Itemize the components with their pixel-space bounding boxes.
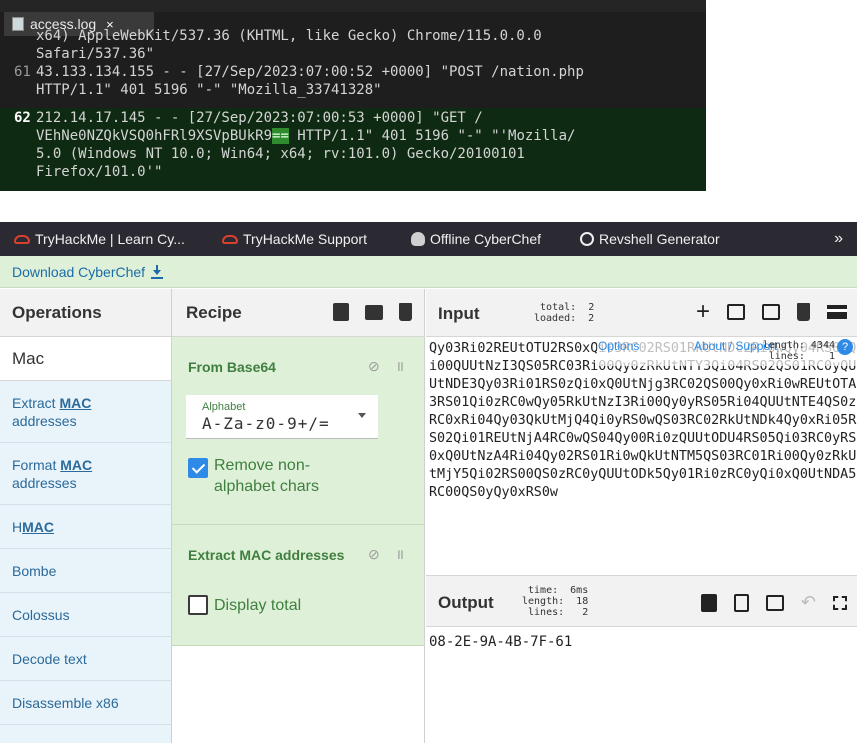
operation-item[interactable]: Decode text [0, 637, 171, 681]
output-text[interactable]: 08-2E-9A-4B-7F-61 [429, 634, 572, 650]
download-banner: Download CyberChef [0, 256, 857, 288]
download-icon[interactable] [151, 264, 164, 279]
options-link[interactable]: Options [598, 339, 639, 353]
code-line: VEhNe0NZQkVSQ0hFRl9XSVpBUkR9== HTTP/1.1"… [36, 128, 576, 144]
editor-tab-bar [0, 0, 706, 12]
save-icon[interactable] [700, 593, 717, 612]
checkbox-checked[interactable] [188, 458, 208, 478]
add-tab-icon[interactable]: + [696, 300, 710, 324]
operations-title: Operations [0, 289, 171, 337]
download-cyberchef-link[interactable]: Download CyberChef [12, 264, 145, 280]
info-icon[interactable]: ? [837, 339, 853, 355]
disable-pause-icons[interactable]: ⊘ ॥ [368, 545, 410, 564]
operation-item[interactable]: HMAC [0, 505, 171, 549]
recipe-op-name: From Base64 [188, 359, 276, 375]
selection-highlight: == [272, 128, 289, 144]
code-line: 5.0 (Windows NT 10.0; Win64; x64; rv:101… [36, 146, 525, 162]
bookmarks-bar: TryHackMe | Learn Cy... TryHackMe Suppor… [0, 222, 857, 256]
remove-non-alphabet-checkbox[interactable]: Remove non-alphabet chars [188, 455, 338, 497]
bookmark-tryhackme-support[interactable]: TryHackMe Support [222, 222, 367, 256]
bookmark-revshell-generator[interactable]: Revshell Generator [580, 222, 720, 256]
open-file-icon[interactable] [762, 304, 780, 320]
replace-input-icon[interactable] [765, 594, 784, 611]
code-line: 61 43.133.134.155 - - [27/Sep/2023:07:00:… [14, 64, 584, 80]
trash-icon[interactable] [399, 303, 412, 321]
input-title: Input [438, 304, 480, 323]
code-line: Firefox/101.0'" [36, 164, 163, 180]
operation-item[interactable]: Colossus [0, 593, 171, 637]
code-area[interactable]: x64) AppleWebKit/537.36 (KHTML, like Gec… [0, 28, 706, 191]
copy-icon[interactable] [733, 593, 749, 612]
recipe-op-extract-mac[interactable]: Extract MAC addresses ⊘ ॥ Display total [172, 525, 424, 646]
input-header: Input total: 2 loaded: 2 + [426, 289, 857, 337]
output-header: Output time: 6ms length: 18 lines: 2 ↶ [426, 575, 857, 627]
input-textarea[interactable]: Qy03Ri02REUtOTU2RS0xQi03RC02RS01RkUtNDc2… [426, 338, 857, 574]
maximize-icon[interactable] [833, 595, 847, 610]
code-line: x64) AppleWebKit/537.36 (KHTML, like Gec… [36, 28, 542, 44]
log-editor-pane: access.log × x64) AppleWebKit/537.36 (KH… [0, 0, 706, 191]
recipe-header: Recipe [172, 289, 424, 337]
output-title: Output [438, 593, 494, 612]
io-panel: Input total: 2 loaded: 2 + Qy03Ri02REUtO… [426, 289, 857, 743]
tryhackme-icon [14, 234, 30, 244]
operation-item[interactable]: Format MAC addresses [0, 443, 171, 505]
open-folder-icon[interactable] [727, 304, 745, 320]
output-stats: time: 6ms length: 18 lines: 2 [522, 585, 589, 618]
folder-icon[interactable] [365, 305, 383, 320]
checkbox-unchecked[interactable] [188, 595, 208, 615]
bookmark-offline-cyberchef[interactable]: Offline CyberChef [411, 222, 541, 256]
operations-panel: Operations Mac Extract MAC addresses Form… [0, 289, 172, 743]
globe-icon [580, 232, 594, 246]
line-number: 61 [14, 64, 31, 80]
undo-icon[interactable]: ↶ [801, 592, 816, 613]
save-icon[interactable] [333, 303, 349, 321]
trash-icon[interactable] [797, 303, 810, 321]
alphabet-select[interactable]: Alphabet A-Za-z0-9+/= [186, 395, 378, 439]
input-length-stats: length: 4344 lines: 1 [762, 340, 835, 362]
input-stats: total: 2 loaded: 2 [534, 302, 595, 324]
layout-icon[interactable] [827, 305, 847, 319]
display-total-checkbox[interactable]: Display total [188, 595, 301, 616]
operations-search-input[interactable]: Mac [0, 337, 171, 381]
code-line: HTTP/1.1" 401 5196 "-" "Mozilla_33741328… [36, 82, 382, 98]
code-line: Safari/537.36" [36, 46, 155, 62]
code-line: 62 212.14.17.145 - - [27/Sep/2023:07:00:5… [14, 110, 483, 126]
cyberchef-icon [411, 232, 425, 246]
recipe-title: Recipe [186, 302, 242, 322]
line-number: 62 [14, 110, 31, 126]
more-bookmarks-chevron-icon[interactable]: » [834, 230, 843, 248]
recipe-op-from-base64[interactable]: From Base64 ⊘ ॥ Alphabet A-Za-z0-9+/= Re… [172, 337, 424, 525]
operation-item[interactable]: Disassemble x86 [0, 681, 171, 725]
recipe-panel: Recipe From Base64 ⊘ ॥ Alphabet A-Za-z0-… [172, 289, 425, 743]
bookmark-tryhackme-learn[interactable]: TryHackMe | Learn Cy... [14, 222, 185, 256]
tryhackme-icon [222, 234, 238, 244]
operation-item[interactable]: Bombe [0, 549, 171, 593]
operation-item[interactable]: Extract MAC addresses [0, 381, 171, 443]
disable-pause-icons[interactable]: ⊘ ॥ [368, 357, 410, 376]
recipe-op-name: Extract MAC addresses [188, 547, 345, 563]
chevron-down-icon [358, 413, 366, 418]
